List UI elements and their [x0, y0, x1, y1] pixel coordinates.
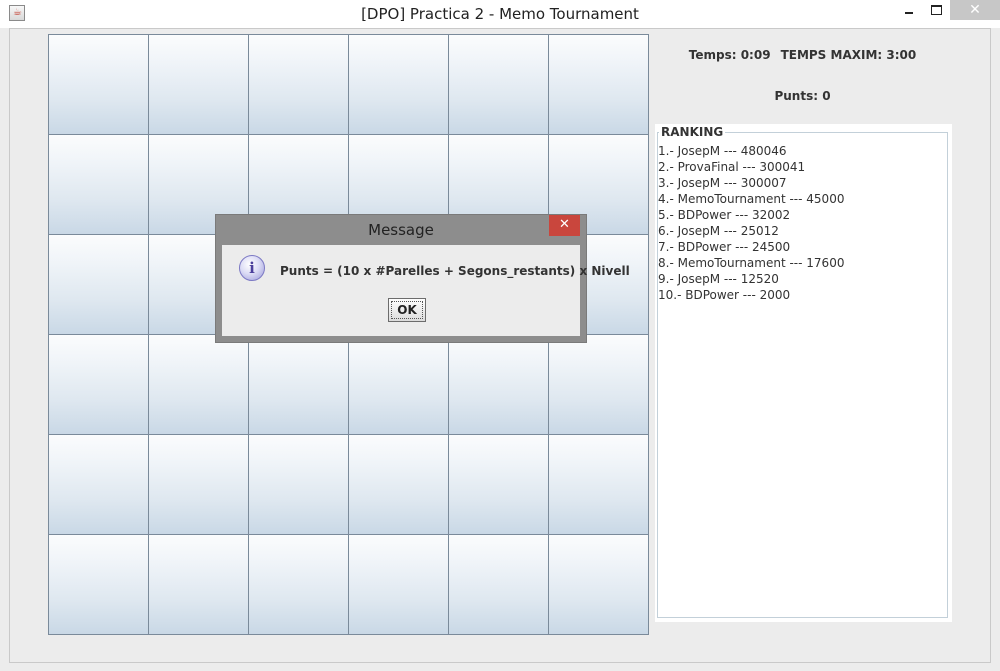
- points-label: Punts: 0: [774, 89, 831, 103]
- elapsed-time-label: Temps: 0:09: [688, 48, 771, 62]
- card-tile[interactable]: [48, 134, 149, 235]
- dialog-body: i Punts = (10 x #Parelles + Segons_resta…: [222, 245, 630, 336]
- maximize-icon[interactable]: [922, 0, 950, 20]
- max-time-label: TEMPS MAXIM: 3:00: [780, 48, 917, 62]
- card-tile[interactable]: [548, 434, 649, 535]
- ranking-entry: 5.- BDPower --- 32002: [658, 208, 791, 222]
- app-window: ☕ [DPO] Practica 2 - Memo Tournament ✕ T…: [0, 0, 1000, 671]
- ranking-entry: 1.- JosepM --- 480046: [658, 144, 787, 158]
- card-tile[interactable]: [248, 34, 349, 135]
- card-tile[interactable]: [148, 434, 249, 535]
- card-tile[interactable]: [48, 534, 149, 635]
- dialog-close-button[interactable]: ✕: [549, 215, 580, 236]
- ranking-title: RANKING: [659, 125, 726, 139]
- window-close-button[interactable]: ✕: [950, 0, 1000, 20]
- ranking-entry: 3.- JosepM --- 300007: [658, 176, 787, 190]
- ranking-entry: 10.- BDPower --- 2000: [658, 288, 791, 302]
- info-icon: i: [239, 255, 265, 281]
- ranking-entry: 4.- MemoTournament --- 45000: [658, 192, 845, 206]
- card-tile[interactable]: [148, 334, 249, 435]
- card-tile[interactable]: [448, 434, 549, 535]
- dialog-message: Punts = (10 x #Parelles + Segons_restant…: [280, 264, 630, 278]
- card-tile[interactable]: [348, 334, 449, 435]
- card-tile[interactable]: [148, 534, 249, 635]
- ok-button[interactable]: OK: [388, 298, 426, 322]
- card-tile[interactable]: [448, 534, 549, 635]
- card-tile[interactable]: [448, 334, 549, 435]
- card-tile[interactable]: [48, 334, 149, 435]
- card-tile[interactable]: [248, 534, 349, 635]
- ranking-entry: 2.- ProvaFinal --- 300041: [658, 160, 806, 174]
- card-tile[interactable]: [548, 534, 649, 635]
- ranking-list: 1.- JosepM --- 480046 2.- ProvaFinal ---…: [658, 143, 844, 303]
- card-tile[interactable]: [148, 34, 249, 135]
- window-title: [DPO] Practica 2 - Memo Tournament: [361, 5, 639, 23]
- card-tile[interactable]: [48, 34, 149, 135]
- card-tile[interactable]: [448, 34, 549, 135]
- card-tile[interactable]: [348, 434, 449, 535]
- title-bar: ☕ [DPO] Practica 2 - Memo Tournament ✕: [0, 0, 1000, 28]
- timer-display: Temps: 0:09 TEMPS MAXIM: 3:00: [655, 48, 950, 68]
- card-tile[interactable]: [548, 334, 649, 435]
- card-tile[interactable]: [48, 234, 149, 335]
- card-tile[interactable]: [348, 34, 449, 135]
- card-tile[interactable]: [248, 434, 349, 535]
- card-tile[interactable]: [248, 334, 349, 435]
- minimize-icon[interactable]: [894, 0, 924, 20]
- ranking-entry: 9.- JosepM --- 12520: [658, 272, 779, 286]
- dialog-title: Message: [368, 221, 434, 239]
- card-tile[interactable]: [548, 34, 649, 135]
- ranking-entry: 7.- BDPower --- 24500: [658, 240, 791, 254]
- message-dialog: Message ✕ i Punts = (10 x #Parelles + Se…: [215, 214, 630, 343]
- ranking-panel: RANKING 1.- JosepM --- 480046 2.- ProvaF…: [655, 124, 952, 622]
- card-tile[interactable]: [48, 434, 149, 535]
- ranking-entry: 6.- JosepM --- 25012: [658, 224, 779, 238]
- ranking-entry: 8.- MemoTournament --- 17600: [658, 256, 845, 270]
- card-tile[interactable]: [348, 534, 449, 635]
